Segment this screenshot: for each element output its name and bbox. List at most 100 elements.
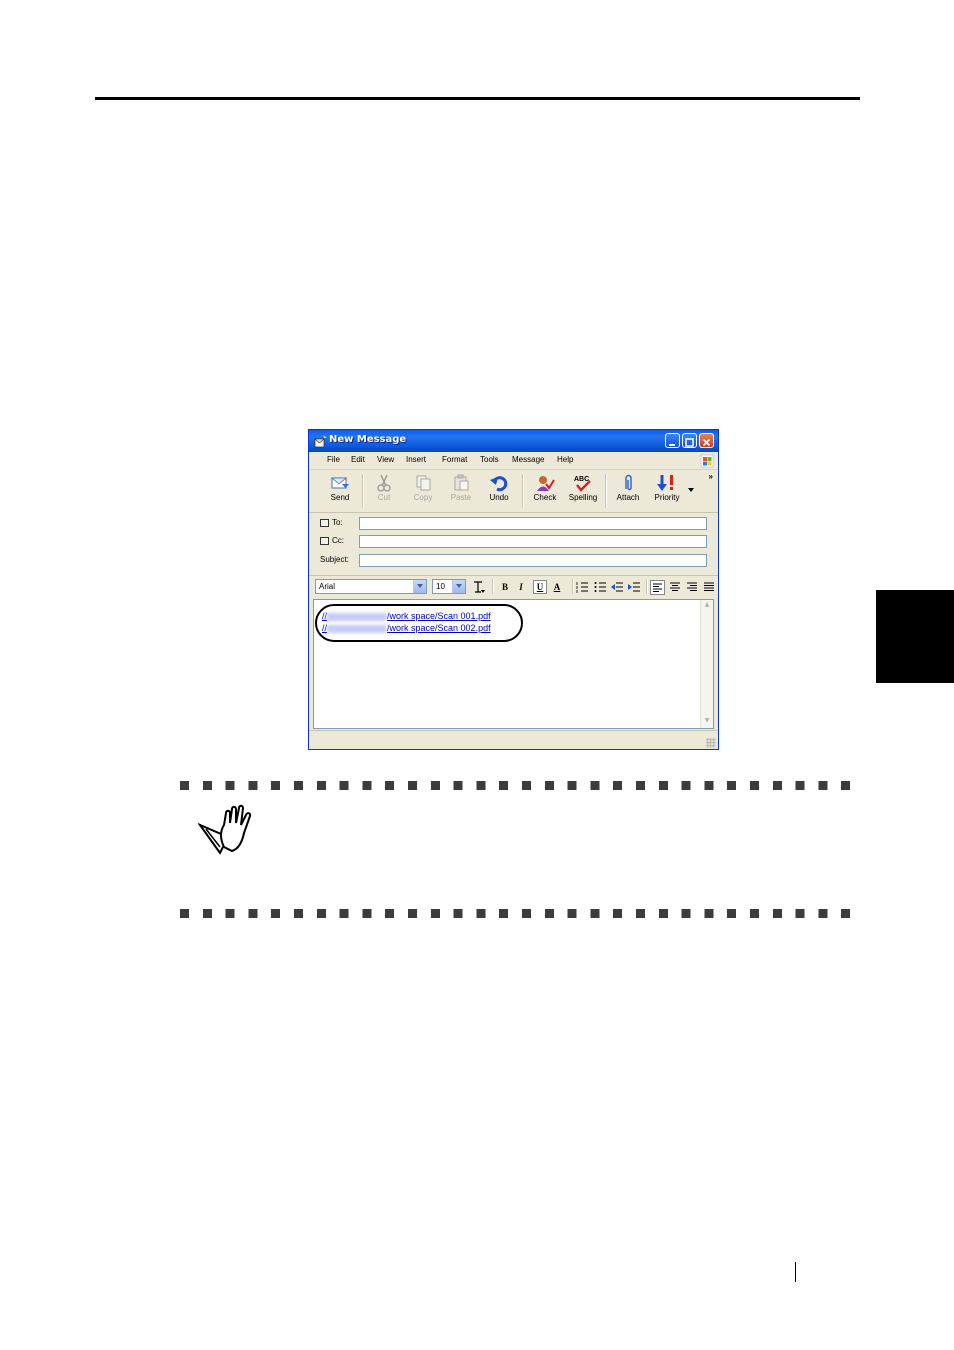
font-name-select[interactable]: Arial <box>315 579 427 594</box>
menu-tools[interactable]: Tools <box>480 455 499 464</box>
cc-label[interactable]: Cc: <box>320 536 344 545</box>
toolbar-overflow-button[interactable]: » <box>709 472 713 481</box>
toolbar-separator <box>362 474 364 508</box>
check-names-icon <box>537 476 555 491</box>
spelling-button[interactable]: ABC Spelling <box>564 472 602 510</box>
copy-button[interactable]: Copy <box>404 472 442 510</box>
cut-label: Cut <box>377 493 391 502</box>
subject-label: Subject: <box>320 555 349 564</box>
address-book-icon <box>320 518 329 527</box>
attach-label: Attach <box>616 493 640 502</box>
scroll-down-icon[interactable]: ▼ <box>702 717 712 727</box>
toolbar-separator <box>492 579 494 594</box>
undo-label: Undo <box>489 493 509 502</box>
copy-icon <box>416 475 431 491</box>
dotted-rule-top <box>180 781 850 790</box>
maximize-icon <box>685 438 694 447</box>
menu-edit[interactable]: Edit <box>351 455 365 464</box>
menu-help[interactable]: Help <box>557 455 573 464</box>
check-names-button[interactable]: Check <box>526 472 564 510</box>
toolbar-separator <box>572 579 574 594</box>
menu-format[interactable]: Format <box>442 455 467 464</box>
align-right-icon[interactable] <box>686 581 698 593</box>
menu-view[interactable]: View <box>377 455 394 464</box>
new-message-window: New Message File Edit View Insert Format… <box>308 429 719 750</box>
check-label: Check <box>533 493 557 502</box>
title-bar[interactable]: New Message <box>309 430 718 452</box>
message-header: To: Cc: Subject: <box>309 514 718 572</box>
copy-label: Copy <box>413 493 433 502</box>
menu-insert[interactable]: Insert <box>406 455 426 464</box>
resize-grip[interactable] <box>706 738 716 748</box>
undo-icon <box>490 476 508 492</box>
vertical-scrollbar[interactable]: ▲ ▼ <box>700 600 713 728</box>
paste-label: Paste <box>450 493 472 502</box>
bullet-list-icon[interactable] <box>594 581 606 593</box>
send-label: Send <box>330 493 350 502</box>
window-title: New Message <box>329 434 407 445</box>
formatting-toolbar: Arial 10 B I U A <box>309 575 718 598</box>
chevron-down-icon[interactable] <box>688 487 694 493</box>
paste-icon <box>454 474 469 491</box>
to-label[interactable]: To: <box>320 518 343 527</box>
subject-field[interactable] <box>359 554 707 567</box>
minimize-button[interactable] <box>665 433 680 448</box>
font-name-value: Arial <box>319 582 336 591</box>
page-number-divider <box>795 1262 796 1282</box>
menu-file[interactable]: File <box>327 455 340 464</box>
to-field[interactable] <box>359 517 707 530</box>
toolbar: Send Cut Copy Paste Undo Check ABC Spell… <box>309 470 718 513</box>
close-icon <box>702 438 711 447</box>
to-label-text: To: <box>332 518 343 527</box>
align-center-icon[interactable] <box>669 581 681 593</box>
close-button[interactable] <box>699 433 714 448</box>
undo-button[interactable]: Undo <box>480 472 518 510</box>
cut-button[interactable]: Cut <box>365 472 403 510</box>
increase-indent-icon[interactable] <box>628 581 640 593</box>
cc-label-text: Cc: <box>332 536 344 545</box>
attach-button[interactable]: Attach <box>609 472 647 510</box>
new-message-icon <box>314 435 327 448</box>
decrease-indent-icon[interactable] <box>611 581 623 593</box>
scissors-icon <box>377 474 391 492</box>
chapter-side-tab <box>876 590 954 683</box>
scroll-up-icon[interactable]: ▲ <box>702 601 712 611</box>
message-body[interactable]: ///work space/Scan 001.pdf ///work space… <box>313 599 714 729</box>
address-book-icon <box>320 536 329 545</box>
svg-text:ABC: ABC <box>574 476 589 483</box>
font-size-select[interactable]: 10 <box>432 579 466 594</box>
paste-button[interactable]: Paste <box>442 472 480 510</box>
font-color-button[interactable]: A <box>550 580 564 594</box>
toolbar-separator <box>646 579 648 594</box>
spelling-icon: ABC <box>574 476 591 492</box>
maximize-button[interactable] <box>682 433 697 448</box>
underline-button[interactable]: U <box>533 580 547 594</box>
justify-icon[interactable] <box>703 581 715 593</box>
minimize-icon <box>669 444 675 446</box>
menu-bar: File Edit View Insert Format Tools Messa… <box>309 452 718 470</box>
spelling-label: Spelling <box>568 493 598 502</box>
italic-button[interactable]: I <box>514 580 528 594</box>
font-size-value: 10 <box>436 582 445 591</box>
send-button[interactable]: Send <box>321 472 359 510</box>
toolbar-separator <box>605 474 607 508</box>
status-bar <box>309 730 718 749</box>
toolbar-separator <box>522 474 524 508</box>
priority-label: Priority <box>654 493 680 502</box>
priority-button[interactable]: Priority <box>648 472 686 510</box>
top-rule <box>95 97 860 100</box>
cc-field[interactable] <box>359 535 707 548</box>
bold-button[interactable]: B <box>498 580 512 594</box>
chevron-down-icon[interactable] <box>452 580 465 593</box>
align-left-icon[interactable] <box>650 580 665 595</box>
caution-hand-icon <box>198 804 252 855</box>
numbered-list-icon[interactable] <box>576 581 588 593</box>
send-icon <box>330 477 349 489</box>
paragraph-style-icon[interactable] <box>472 580 486 594</box>
chevron-down-icon[interactable] <box>413 580 426 593</box>
dotted-rule-bottom <box>180 909 850 918</box>
menu-message[interactable]: Message <box>512 455 544 464</box>
paperclip-icon <box>625 474 632 491</box>
highlight-oval <box>315 604 523 642</box>
windows-logo-icon <box>700 454 714 468</box>
